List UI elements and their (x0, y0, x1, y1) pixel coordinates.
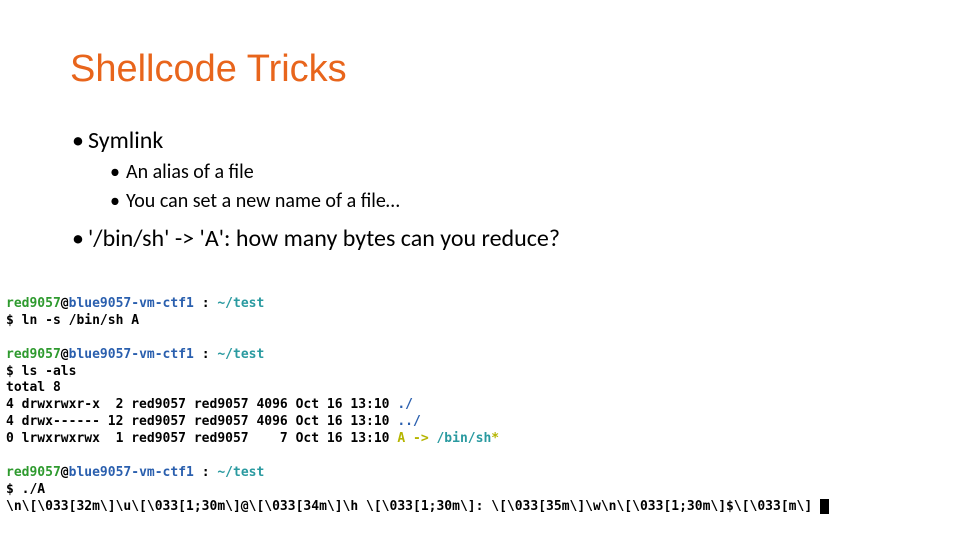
term-host: blue9057-vm-ctf1 (69, 465, 202, 480)
terminal-output: red9057@blue9057-vm-ctf1 : ~/test $ ln -… (0, 296, 960, 516)
bullet-1: Symlink (88, 125, 890, 157)
term-cmd3: ./A (22, 482, 45, 497)
term-sep: : (202, 347, 218, 362)
term-sep: : (202, 465, 218, 480)
term-row3-star: * (491, 431, 499, 446)
term-user: red9057 (6, 465, 61, 480)
term-at: @ (61, 296, 69, 311)
term-row1: 4 drwxrwxr-x 2 red9057 red9057 4096 Oct … (6, 397, 397, 412)
term-row3-target: /bin/sh (436, 431, 491, 446)
term-raw-prompt: \n\[\033[32m\]\u\[\033[1;30m\]@\[\033[34… (6, 499, 820, 514)
term-row3-link: A -> (397, 431, 436, 446)
term-row3: 0 lrwxrwxrwx 1 red9057 red9057 7 Oct 16 … (6, 431, 397, 446)
term-cwd: ~/test (217, 465, 264, 480)
term-cmd1: ln -s /bin/sh A (22, 313, 139, 328)
page-title: Shellcode Tricks (70, 48, 890, 91)
term-ps: $ (6, 364, 22, 379)
bullet-1-2: You can set a new name of a file… (126, 188, 890, 215)
term-cmd2: ls -als (22, 364, 77, 379)
cursor-icon (820, 499, 829, 514)
term-user: red9057 (6, 347, 61, 362)
term-row2: 4 drwx------ 12 red9057 red9057 4096 Oct… (6, 414, 397, 429)
term-host: blue9057-vm-ctf1 (69, 296, 202, 311)
term-row1-dir: ./ (397, 397, 413, 412)
term-total: total 8 (6, 380, 61, 395)
term-cwd: ~/test (217, 347, 264, 362)
bullet-list: Symlink An alias of a file You can set a… (70, 125, 890, 256)
term-cwd: ~/test (217, 296, 264, 311)
term-at: @ (61, 465, 69, 480)
term-ps: $ (6, 482, 22, 497)
term-host: blue9057-vm-ctf1 (69, 347, 202, 362)
bullet-2: '/bin/sh' -> 'A': how many bytes can you… (88, 223, 890, 255)
bullet-1-1: An alias of a file (126, 159, 890, 186)
term-row2-dir: ../ (397, 414, 420, 429)
term-ps: $ (6, 313, 22, 328)
term-at: @ (61, 347, 69, 362)
term-user: red9057 (6, 296, 61, 311)
term-sep: : (202, 296, 218, 311)
